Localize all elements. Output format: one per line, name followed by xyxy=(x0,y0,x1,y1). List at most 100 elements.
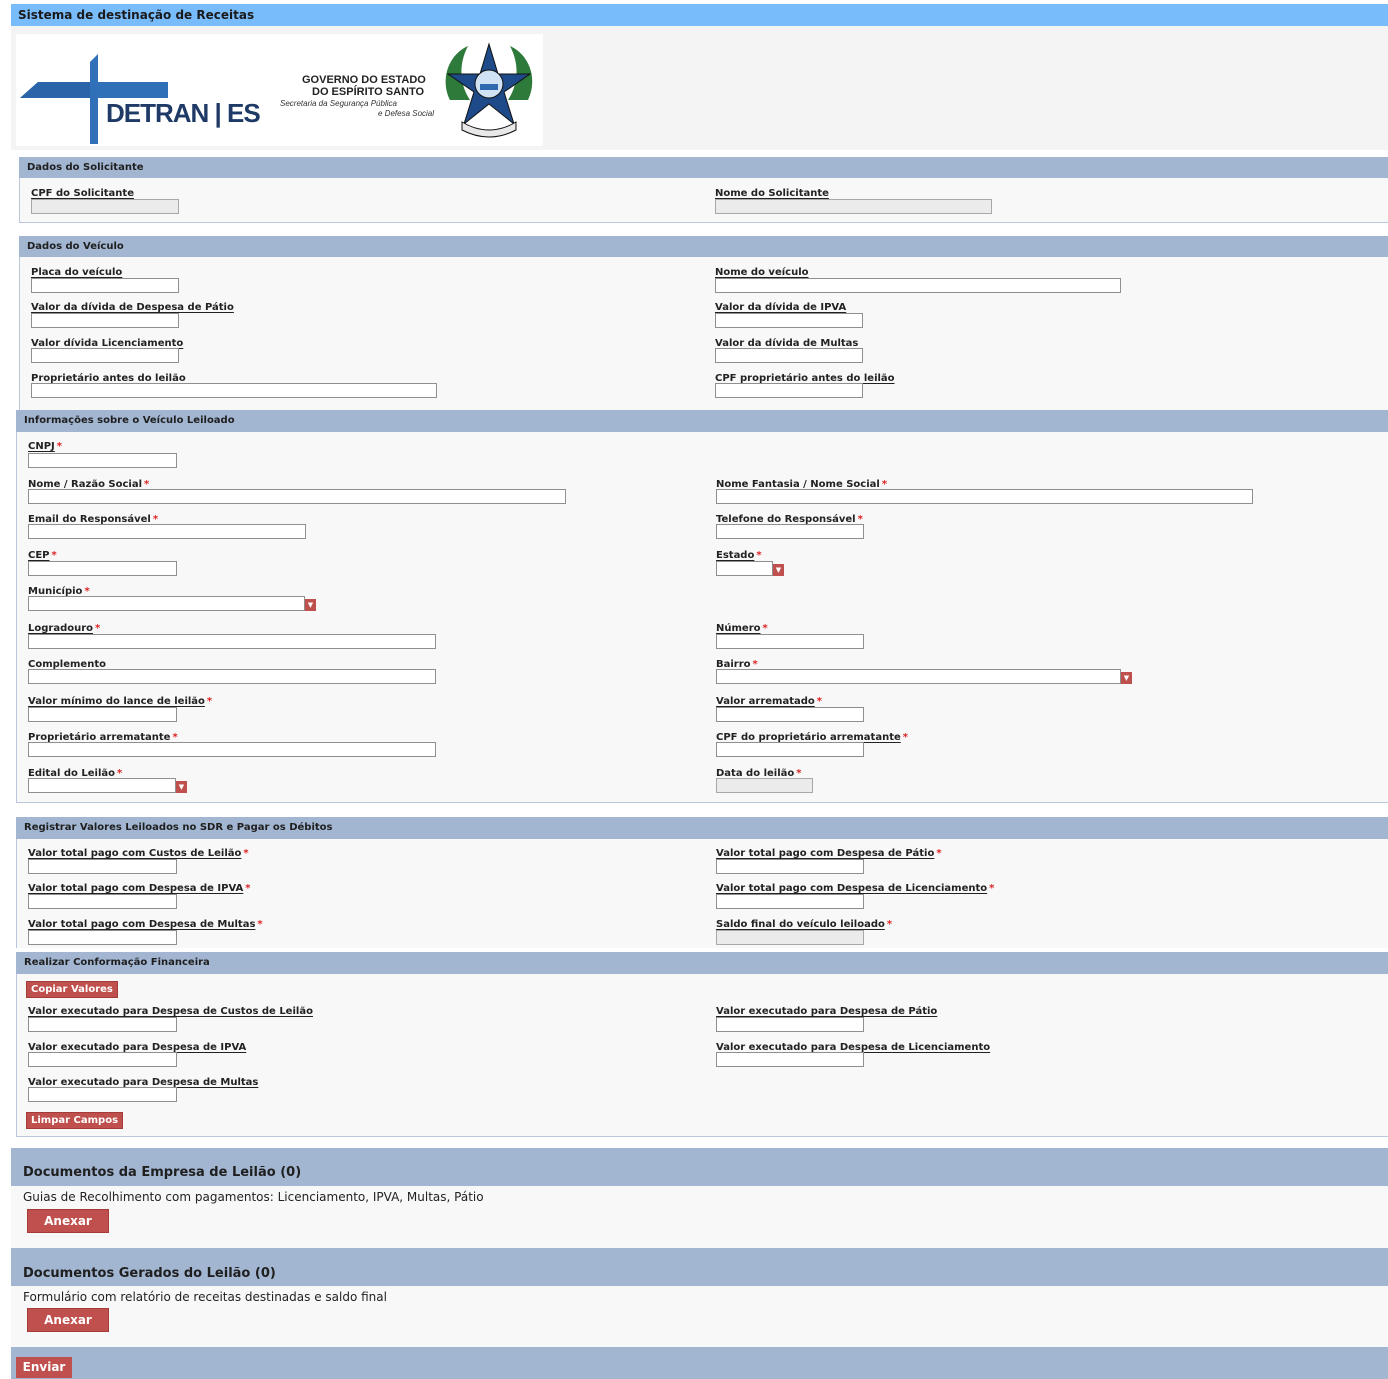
valor-arrematado-label: Valor arrematado * xyxy=(716,696,823,707)
limpar-campos-button[interactable]: Limpar Campos xyxy=(26,1112,124,1129)
placa-field[interactable] xyxy=(31,278,179,293)
copiar-valores-button[interactable]: Copiar Valores xyxy=(26,981,118,998)
municipio-select[interactable]: ▼ xyxy=(28,596,316,611)
proprietario-antes-field[interactable] xyxy=(31,383,437,398)
pago-patio-label: Valor total pago com Despesa de Pátio * xyxy=(716,848,942,859)
required-mark: * xyxy=(56,441,62,452)
pago-patio-field[interactable] xyxy=(716,859,864,874)
nome-solicitante-field[interactable] xyxy=(715,199,992,214)
cpf-arrematante-field[interactable] xyxy=(716,742,864,757)
nome-fantasia-field[interactable] xyxy=(716,489,1253,504)
required-mark: * xyxy=(886,919,893,930)
numero-field[interactable] xyxy=(716,634,864,649)
pago-licenciamento-field[interactable] xyxy=(716,894,864,909)
bairro-select[interactable]: ▼ xyxy=(716,669,1132,684)
pago-ipva-label: Valor total pago com Despesa de IPVA * xyxy=(28,883,251,894)
cnpj-field[interactable] xyxy=(28,453,177,468)
required-mark: * xyxy=(245,883,251,894)
chevron-down-icon: ▼ xyxy=(773,564,784,576)
exec-patio-label: Valor executado para Despesa de Pátio xyxy=(716,1006,938,1017)
cep-field[interactable] xyxy=(28,561,177,576)
registrar-header: Registrar Valores Leiloados no SDR e Pag… xyxy=(16,817,1388,839)
solicitante-header: Dados do Solicitante xyxy=(19,157,1388,178)
detran-logo-text: DETRAN | ES xyxy=(106,98,261,128)
anexar-gerados-button[interactable]: Anexar xyxy=(27,1308,109,1332)
enviar-button[interactable]: Enviar xyxy=(16,1357,72,1378)
logo-banner: DETRAN | ES GOVERNO DO ESTADO DO ESPÍRIT… xyxy=(16,34,543,146)
divida-patio-field[interactable] xyxy=(31,313,179,328)
pago-multas-label: Valor total pago com Despesa de Multas * xyxy=(28,919,263,930)
exec-licenciamento-field[interactable] xyxy=(716,1052,864,1067)
numero-label: Número * xyxy=(716,623,768,634)
exec-custos-label: Valor executado para Despesa de Custos d… xyxy=(28,1006,313,1017)
required-mark: * xyxy=(936,848,942,859)
pago-custos-field[interactable] xyxy=(28,859,177,874)
anexar-empresa-button[interactable]: Anexar xyxy=(27,1209,109,1233)
exec-multas-field[interactable] xyxy=(28,1087,177,1102)
nome-veiculo-field[interactable] xyxy=(715,278,1121,293)
required-mark: * xyxy=(206,696,213,707)
nome-solicitante-label: Nome do Solicitante xyxy=(715,188,829,199)
valor-arrematado-field[interactable] xyxy=(716,707,864,722)
saldo-final-label: Saldo final do veículo leiloado * xyxy=(716,919,893,930)
gov-line-3: Secretaria da Segurança Pública xyxy=(280,99,397,108)
required-mark: * xyxy=(95,623,101,634)
docs-gerados-description: Formulário com relatório de receitas des… xyxy=(23,1290,387,1304)
exec-patio-field[interactable] xyxy=(716,1017,864,1032)
lance-minimo-field[interactable] xyxy=(28,707,177,722)
pago-multas-field[interactable] xyxy=(28,930,177,945)
required-mark: * xyxy=(902,732,908,743)
docs-empresa-header: Documentos da Empresa de Leilão (0) xyxy=(11,1148,1388,1186)
app-title: Sistema de destinação de Receitas xyxy=(11,4,1388,26)
pago-ipva-field[interactable] xyxy=(28,894,177,909)
chevron-down-icon: ▼ xyxy=(305,599,316,611)
docs-gerados-header: Documentos Gerados do Leilão (0) xyxy=(11,1248,1388,1286)
divida-licenciamento-field[interactable] xyxy=(31,348,179,363)
exec-custos-field[interactable] xyxy=(28,1017,177,1032)
saldo-final-field[interactable] xyxy=(716,930,864,945)
cpf-solicitante-field[interactable] xyxy=(31,199,179,214)
exec-ipva-field[interactable] xyxy=(28,1052,177,1067)
cnpj-label: CNPJ * xyxy=(28,441,62,452)
required-mark: * xyxy=(243,848,249,859)
required-mark: * xyxy=(756,550,762,561)
nome-veiculo-label: Nome do veículo xyxy=(715,267,809,278)
leiloado-header: Informações sobre o Veículo Leiloado xyxy=(16,410,1388,432)
email-field[interactable] xyxy=(28,524,306,539)
divida-multas-field[interactable] xyxy=(715,348,863,363)
telefone-field[interactable] xyxy=(716,524,864,539)
pago-licenciamento-label: Valor total pago com Despesa de Licencia… xyxy=(716,883,995,894)
veiculo-header: Dados do Veículo xyxy=(19,236,1388,257)
cpf-proprietario-antes-field[interactable] xyxy=(715,383,863,398)
estado-select[interactable]: ▼ xyxy=(716,561,784,576)
required-mark: * xyxy=(51,550,57,561)
estado-label: Estado * xyxy=(716,550,762,561)
placa-label: Placa do veículo xyxy=(31,267,123,278)
chevron-down-icon: ▼ xyxy=(1121,672,1132,684)
logradouro-label: Logradouro * xyxy=(28,623,101,634)
lance-minimo-label: Valor mínimo do lance de leilão * xyxy=(28,696,213,707)
docs-empresa-description: Guias de Recolhimento com pagamentos: Li… xyxy=(23,1190,484,1204)
razao-social-field[interactable] xyxy=(28,489,566,504)
required-mark: * xyxy=(257,919,263,930)
required-mark: * xyxy=(989,883,995,894)
divida-patio-label: Valor da dívida de Despesa de Pátio xyxy=(31,302,234,313)
conformacao-header: Realizar Conformação Financeira xyxy=(16,952,1388,974)
gov-line-2: DO ESPÍRITO SANTO xyxy=(312,86,425,98)
complemento-field[interactable] xyxy=(28,669,436,684)
gov-line-4: e Defesa Social xyxy=(378,109,435,118)
data-leilao-field[interactable] xyxy=(716,778,813,793)
gov-line-1: GOVERNO DO ESTADO xyxy=(302,74,426,86)
detran-logo-icon xyxy=(20,54,168,144)
divida-ipva-label: Valor da dívida de IPVA xyxy=(715,302,847,313)
required-mark: * xyxy=(762,623,768,634)
state-coat-of-arms-icon xyxy=(445,42,533,138)
footer-bar xyxy=(11,1347,1388,1379)
proprietario-arrematante-field[interactable] xyxy=(28,742,436,757)
divida-ipva-field[interactable] xyxy=(715,313,863,328)
logradouro-field[interactable] xyxy=(28,634,436,649)
edital-select[interactable]: ▼ xyxy=(28,778,187,793)
required-mark: * xyxy=(816,696,823,707)
cpf-solicitante-label: CPF do Solicitante xyxy=(31,188,134,199)
chevron-down-icon: ▼ xyxy=(176,781,187,793)
